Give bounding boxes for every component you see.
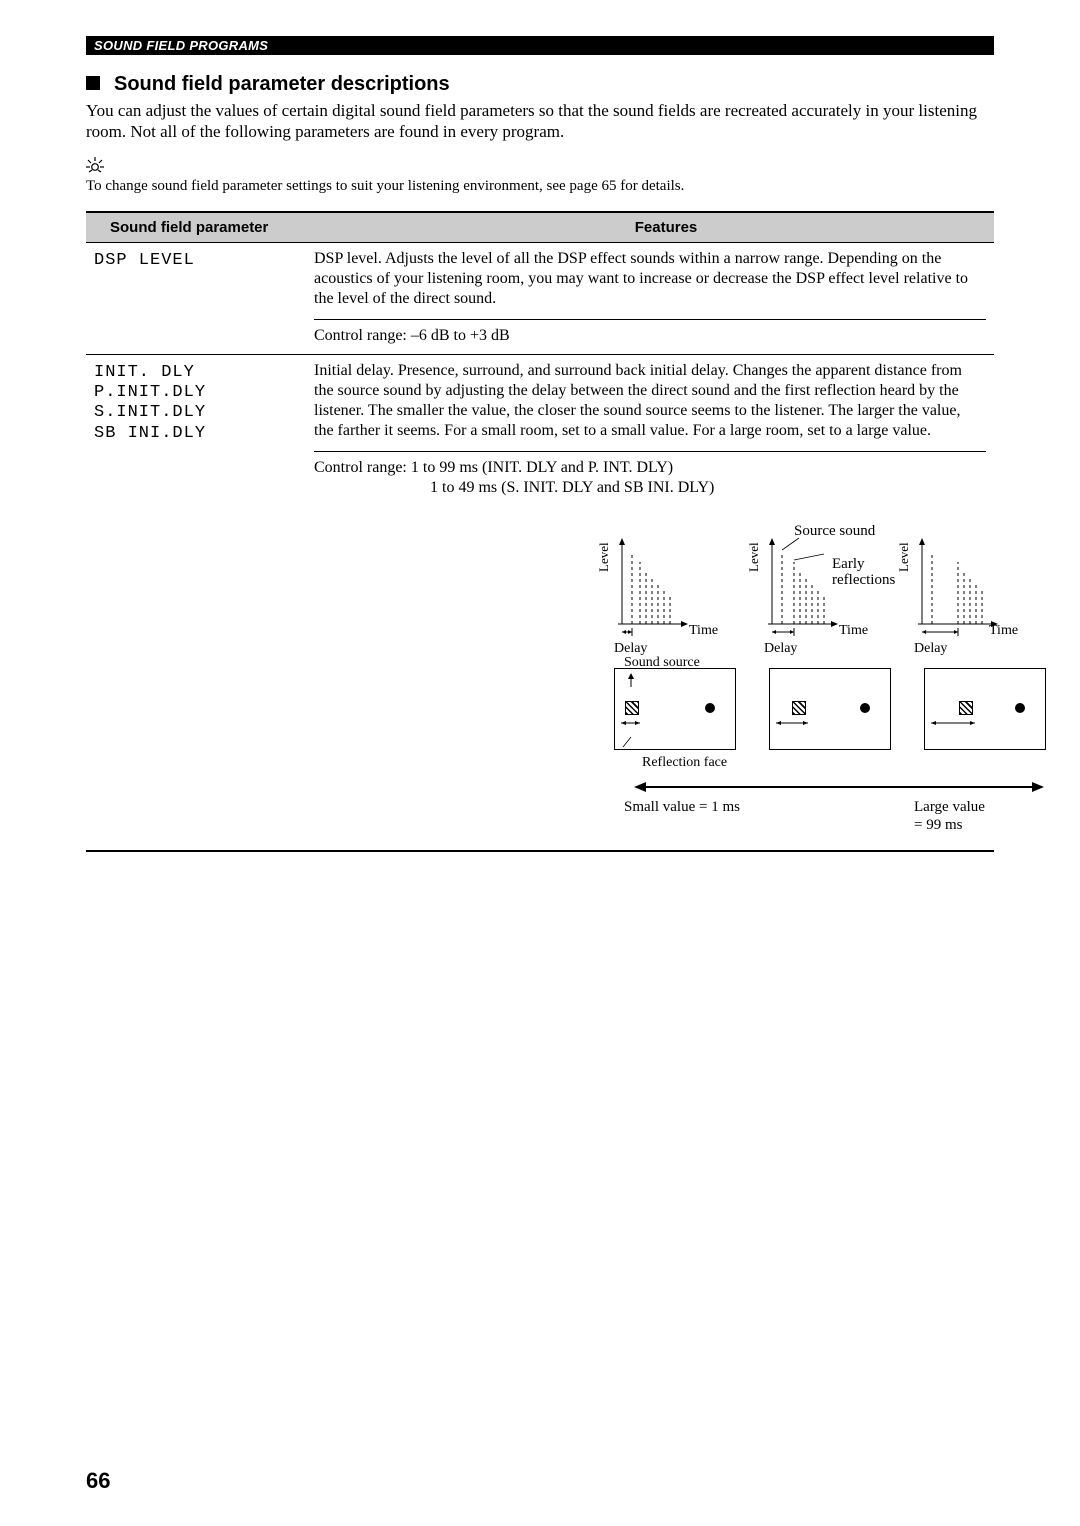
param-line: P.INIT.DLY [94,383,314,403]
small-value-label: Small value = 1 ms [624,798,740,817]
section-title: Sound field parameter descriptions [86,73,994,96]
impulse-chart: Level Time Delay [764,532,909,647]
param-line: INIT. DLY [94,363,314,383]
param-line: SB INI.DLY [94,424,314,444]
delay-label: Delay [914,640,947,658]
table-row: INIT. DLY P.INIT.DLY S.INIT.DLY SB INI.D… [86,355,994,850]
time-axis-label: Time [689,622,718,640]
range-arrow-icon [634,780,1044,800]
level-axis-label: Level [746,542,762,572]
control-range: Control range: –6 dB to +3 dB [314,319,986,346]
table-header-param: Sound field parameter [86,213,338,242]
param-name: DSP LEVEL [86,243,314,354]
init-delay-diagram: Source sound Early reflections [314,522,986,842]
param-line: DSP LEVEL [94,251,314,271]
room-box [924,668,1046,750]
room-box [614,668,736,750]
param-name: INIT. DLY P.INIT.DLY S.INIT.DLY SB INI.D… [86,355,314,850]
hint-text: To change sound field parameter settings… [86,178,994,195]
feature-cell: DSP level. Adjusts the level of all the … [314,243,994,354]
intro-text: You can adjust the values of certain dig… [86,100,994,143]
feature-cell: Initial delay. Presence, surround, and s… [314,355,994,850]
room-box [769,668,891,750]
header-bar: SOUND FIELD PROGRAMS [86,36,994,55]
table-header-row: Sound field parameter Features [86,213,994,243]
impulse-chart: Level Time Delay [614,532,759,647]
reflection-face-label: Reflection face [642,754,727,772]
level-axis-label: Level [896,542,912,572]
table-row: DSP LEVEL DSP level. Adjusts the level o… [86,243,994,355]
feature-description: Initial delay. Presence, surround, and s… [314,361,986,441]
level-axis-label: Level [596,542,612,572]
range-line: Control range: 1 to 99 ms (INIT. DLY and… [314,458,986,478]
range-line: 1 to 49 ms (S. INIT. DLY and SB INI. DLY… [314,478,986,498]
param-line: S.INIT.DLY [94,403,314,423]
time-axis-label: Time [839,622,868,640]
time-axis-label: Time [989,622,1018,640]
control-range: Control range: 1 to 99 ms (INIT. DLY and… [314,451,986,498]
hint-icon [86,157,994,176]
delay-label: Delay [764,640,797,658]
impulse-chart: Level Time Delay [914,532,1059,647]
feature-description: DSP level. Adjusts the level of all the … [314,249,986,309]
square-bullet-icon [86,76,100,90]
large-value-label: Large value = 99 ms [914,798,986,836]
section-title-text: Sound field parameter descriptions [114,73,450,95]
parameter-table: Sound field parameter Features DSP LEVEL… [86,211,994,852]
page-number: 66 [86,1468,110,1494]
table-header-features: Features [338,213,994,242]
